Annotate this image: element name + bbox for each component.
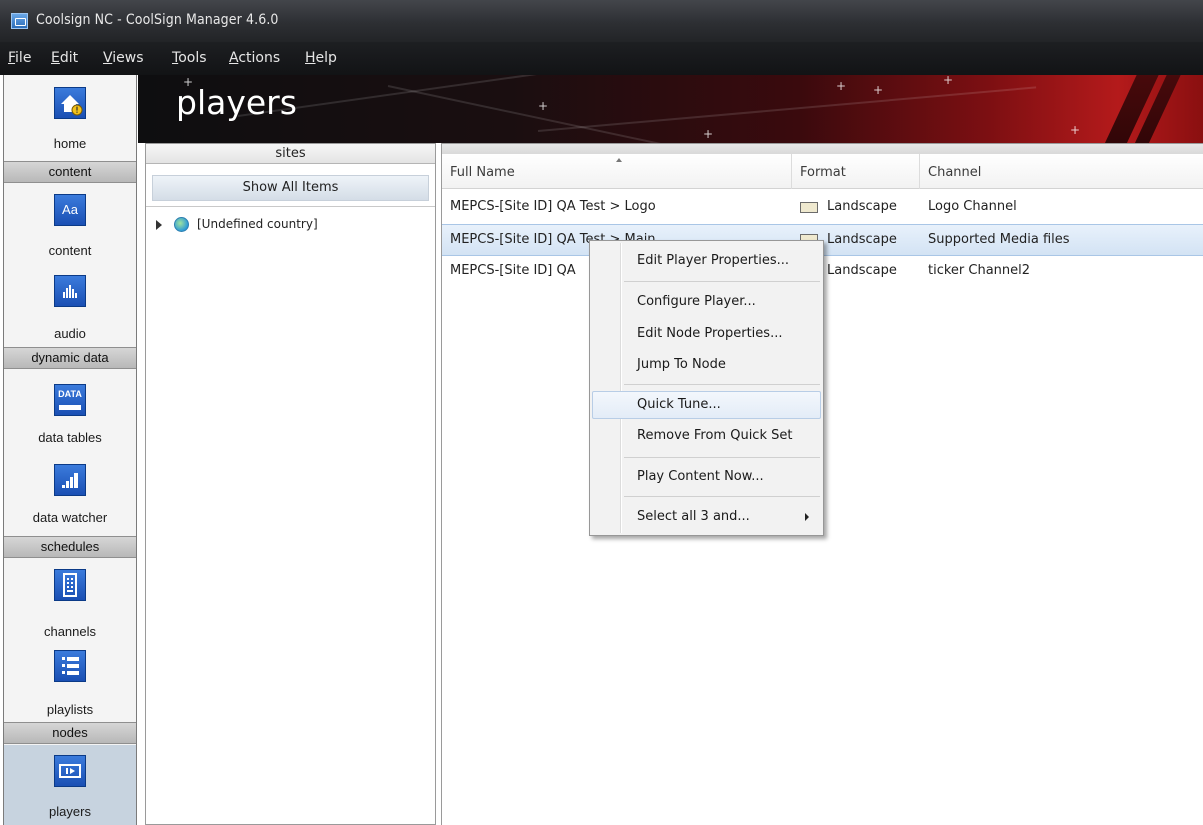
content-icon: Aa: [54, 194, 86, 226]
sites-divider: [146, 206, 435, 207]
nav-home-label: home: [53, 136, 87, 151]
menu-actions[interactable]: Actions: [229, 50, 280, 66]
menu-item-play-content-now[interactable]: Play Content Now...: [592, 463, 821, 491]
nav-players-label: players: [49, 804, 91, 819]
channels-icon: [54, 569, 86, 601]
sites-panel: sites Show All Items [Undefined country]: [145, 143, 436, 825]
playlists-icon: [54, 650, 86, 682]
nav-section-nodes: nodes: [4, 722, 136, 744]
nav-channels[interactable]: channels: [4, 559, 136, 645]
column-header-full-name[interactable]: Full Name: [442, 154, 792, 189]
players-icon: [54, 755, 86, 787]
sort-ascending-icon: [616, 158, 622, 162]
menu-item-quick-tune[interactable]: Quick Tune...: [592, 391, 821, 419]
table-row[interactable]: MEPCS-[Site ID] QA Test > Logo Landscape…: [442, 192, 1203, 224]
column-header-format[interactable]: Format: [792, 154, 920, 189]
context-menu: Edit Player Properties... Configure Play…: [589, 240, 824, 536]
data-tables-icon: DATA: [54, 384, 86, 416]
nav-players[interactable]: players: [4, 745, 136, 825]
sites-header: sites: [146, 144, 435, 164]
menu-item-remove-from-quick-set[interactable]: Remove From Quick Set: [592, 422, 821, 450]
menu-views[interactable]: Views: [103, 50, 144, 66]
nav-data-tables[interactable]: DATA data tables: [4, 370, 136, 450]
app-icon: [11, 13, 28, 29]
title-bar: Coolsign NC - CoolSign Manager 4.6.0: [0, 0, 1203, 42]
cell-channel: Logo Channel: [928, 199, 1017, 214]
expand-arrow-icon[interactable]: [156, 220, 162, 230]
nav-audio-label: audio: [54, 326, 86, 341]
nav-section-content: content: [4, 161, 136, 183]
submenu-arrow-icon: [805, 513, 809, 521]
nav-audio[interactable]: audio: [4, 265, 136, 345]
menu-item-edit-node-properties[interactable]: Edit Node Properties...: [592, 320, 821, 348]
menu-tools[interactable]: Tools: [172, 50, 207, 66]
page-title: players: [176, 83, 297, 122]
nav-data-watcher[interactable]: data watcher: [4, 450, 136, 530]
column-header-channel[interactable]: Channel: [920, 154, 1203, 189]
cell-format: Landscape: [827, 232, 897, 247]
nav-section-dynamic-data: dynamic data: [4, 347, 136, 369]
cell-channel: Supported Media files: [928, 232, 1070, 247]
nav-channels-label: channels: [43, 624, 97, 639]
left-navigation: home content Aa content audio dynamic da…: [3, 75, 137, 825]
menu-item-select-all[interactable]: Select all 3 and...: [592, 503, 821, 531]
cell-full-name: MEPCS-[Site ID] QA: [450, 263, 576, 278]
menu-item-edit-player-properties[interactable]: Edit Player Properties...: [592, 247, 821, 275]
menu-bar: File Edit Views Tools Actions Help: [0, 42, 1203, 75]
menu-item-jump-to-node[interactable]: Jump To Node: [592, 351, 821, 379]
nav-data-tables-label: data tables: [38, 430, 102, 445]
globe-icon: [174, 217, 189, 232]
home-icon: [54, 87, 86, 119]
cell-channel: ticker Channel2: [928, 263, 1031, 278]
tree-node-label: [Undefined country]: [197, 217, 318, 231]
menu-item-configure-player[interactable]: Configure Player...: [592, 288, 821, 316]
nav-playlists[interactable]: playlists: [4, 640, 136, 724]
data-watcher-icon: [54, 464, 86, 496]
audio-icon: [54, 275, 86, 307]
cell-full-name: MEPCS-[Site ID] QA Test > Logo: [450, 199, 656, 214]
cell-format: Landscape: [827, 199, 897, 214]
menu-help[interactable]: Help: [305, 50, 337, 66]
nav-content[interactable]: Aa content: [4, 184, 136, 264]
window-title: Coolsign NC - CoolSign Manager 4.6.0: [36, 12, 279, 28]
header-banner: + + + + + + + players: [138, 75, 1203, 143]
grid-column-headers: Full Name Format Channel: [442, 154, 1203, 189]
nav-section-schedules: schedules: [4, 536, 136, 558]
nav-home[interactable]: home: [4, 75, 136, 155]
cell-format: Landscape: [827, 263, 897, 278]
grid-group-bar: [442, 144, 1203, 154]
nav-content-label: content: [48, 243, 92, 258]
show-all-items-button[interactable]: Show All Items: [152, 175, 429, 201]
nav-data-watcher-label: data watcher: [32, 510, 108, 525]
menu-edit[interactable]: Edit: [51, 50, 78, 66]
menu-file[interactable]: File: [8, 50, 31, 66]
nav-playlists-label: playlists: [46, 702, 94, 717]
landscape-icon: [800, 202, 818, 213]
